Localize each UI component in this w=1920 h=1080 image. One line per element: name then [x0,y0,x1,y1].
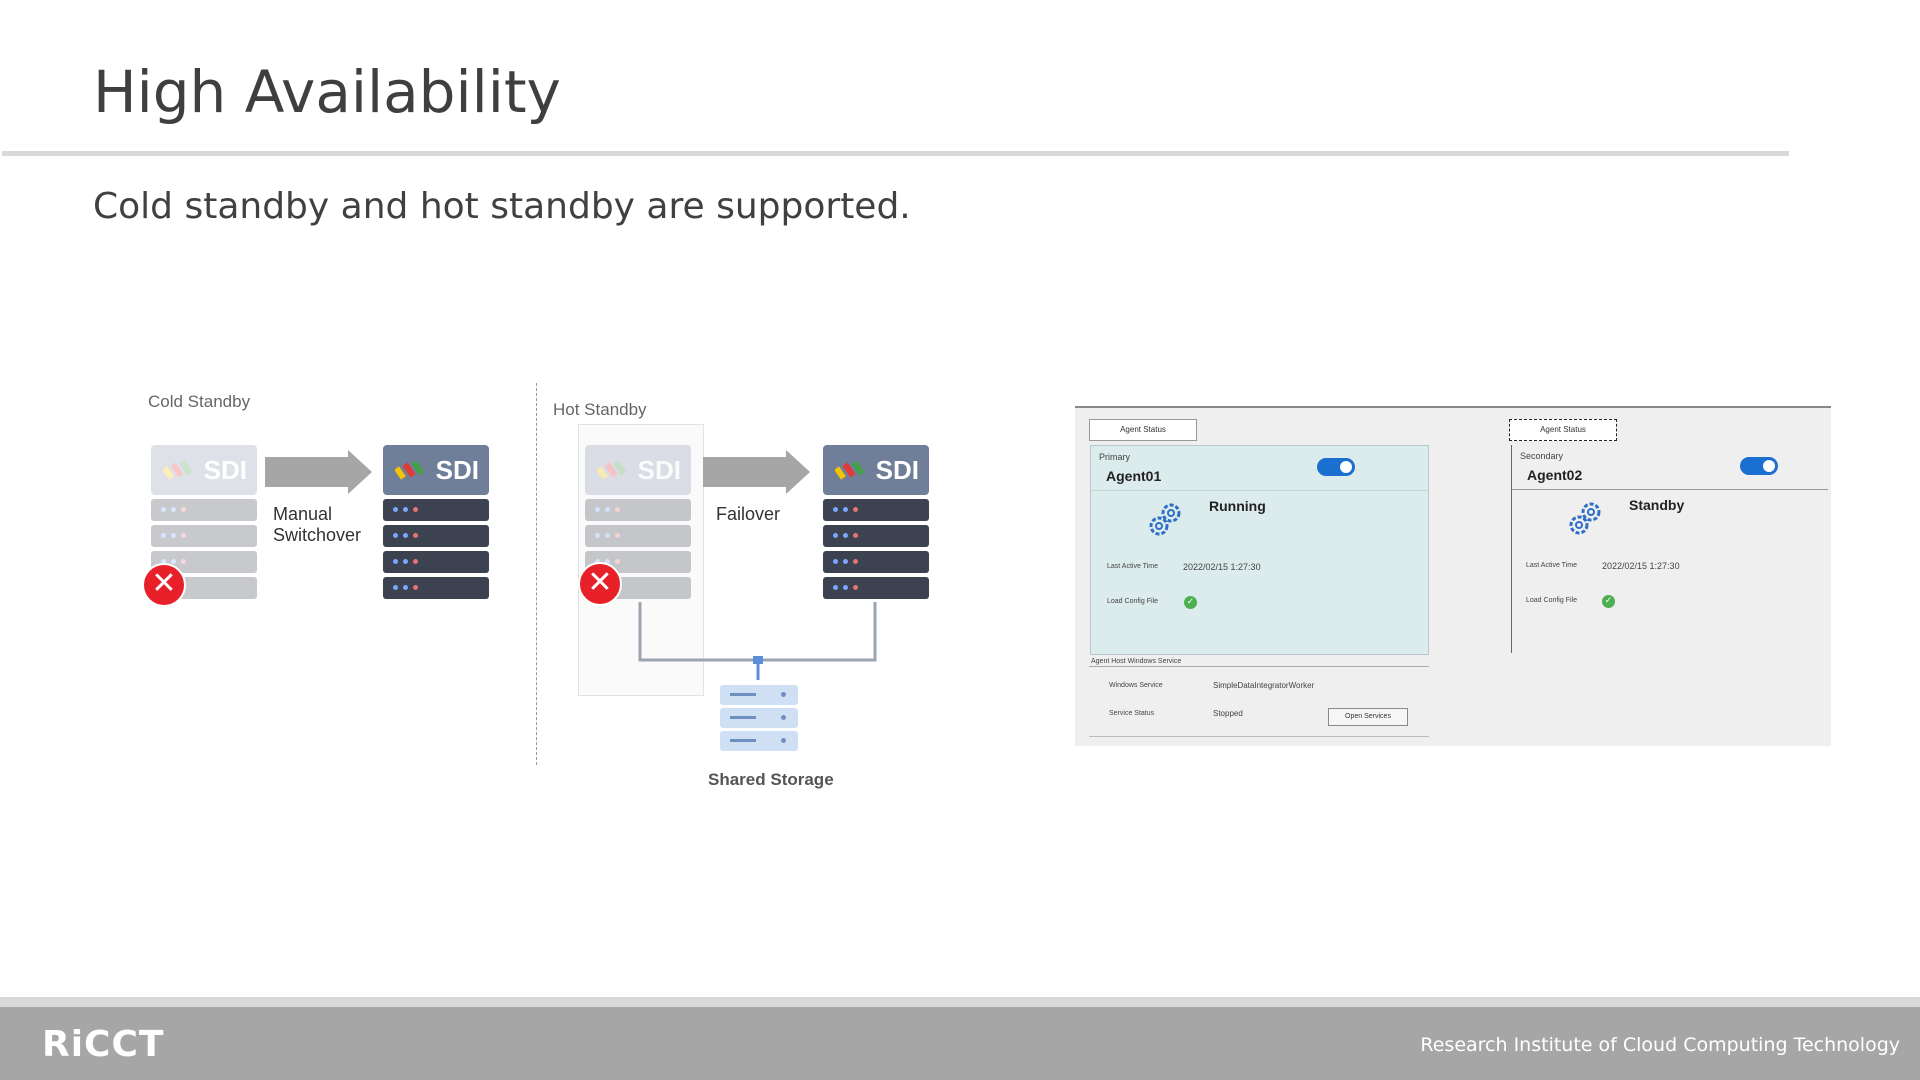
service-status-label: Service Status [1109,710,1155,717]
primary-toggle[interactable] [1317,458,1355,476]
primary-last-active-label: Last Active Time [1107,563,1158,570]
slide-subtitle: Cold standby and hot standby are support… [93,186,911,227]
card-divider [1512,489,1828,490]
secondary-agent-name: Agent02 [1527,467,1583,483]
storage-connection-lines [638,602,877,680]
open-services-button[interactable]: Open Services [1328,708,1408,726]
card-divider [1091,490,1428,491]
primary-last-active-value: 2022/02/15 1:27:30 [1183,562,1261,572]
secondary-agent-card: Secondary Agent02 Standby Last Active Ti… [1511,445,1828,653]
secondary-config-label: Load Config File [1526,597,1577,604]
agent-status-panel: Agent Status Agent Status Primary Agent0… [1075,406,1831,746]
organization-name: Research Institute of Cloud Computing Te… [1420,1034,1900,1056]
primary-config-label: Load Config File [1107,598,1158,605]
agent-status-tab-secondary[interactable]: Agent Status [1509,419,1617,441]
secondary-last-active-label: Last Active Time [1526,562,1577,569]
ha-diagram: Cold Standby SDI ✕ Manual Switchover SDI … [130,380,950,800]
secondary-toggle[interactable] [1740,457,1778,475]
shared-storage-label: Shared Storage [708,770,834,789]
shared-storage-icon [720,682,798,751]
check-icon: ✓ [1602,595,1615,608]
primary-status: Running [1209,498,1266,514]
slide-title: High Availability [93,58,561,126]
service-section-label: Agent Host Windows Service [1091,658,1186,665]
secondary-role: Secondary [1520,451,1564,461]
service-label: Windows Service [1109,682,1163,689]
ricct-logo: RiCCT [42,1024,165,1065]
agent-status-tab-primary[interactable]: Agent Status [1089,419,1197,441]
title-divider [2,151,1789,156]
check-icon: ✓ [1184,596,1197,609]
service-value: SimpleDataIntegratorWorker [1213,681,1315,690]
primary-role: Primary [1099,452,1130,462]
gear-icon [1569,502,1601,535]
primary-agent-name: Agent01 [1106,468,1162,484]
primary-agent-card: Primary Agent01 Running Last Active Time… [1090,445,1429,655]
footer-strip [0,997,1920,1007]
service-divider [1089,666,1429,667]
gear-icon [1149,503,1181,536]
service-bottom-divider [1089,736,1429,737]
service-status-value: Stopped [1213,709,1243,718]
secondary-last-active-value: 2022/02/15 1:27:30 [1602,561,1680,571]
secondary-status: Standby [1629,497,1685,513]
